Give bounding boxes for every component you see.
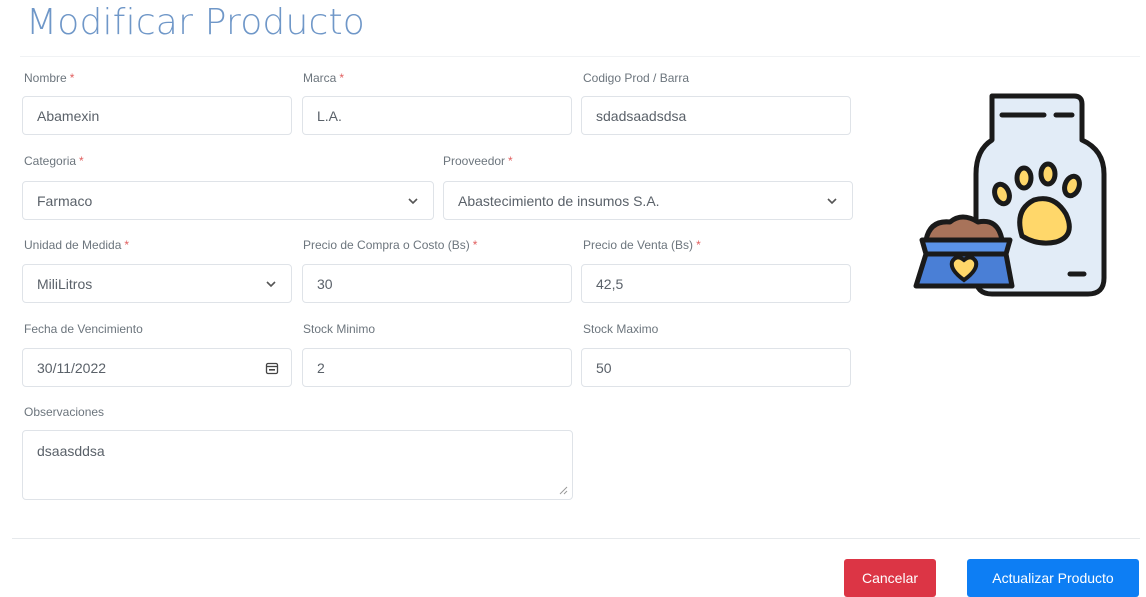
- nombre-input[interactable]: Abamexin: [22, 96, 292, 135]
- chevron-down-icon: [408, 197, 418, 204]
- categoria-select[interactable]: Farmaco: [22, 181, 434, 220]
- fecha-vencimiento-label: Fecha de Vencimiento: [24, 322, 143, 336]
- unidad-select[interactable]: MiliLitros: [22, 264, 292, 303]
- proveedor-label: Prooveedor *: [443, 154, 513, 168]
- marca-label: Marca *: [303, 71, 345, 85]
- pet-food-bag-icon: [913, 93, 1107, 297]
- marca-input[interactable]: L.A.: [302, 96, 572, 135]
- calendar-icon[interactable]: [265, 361, 279, 375]
- stock-minimo-input[interactable]: 2: [302, 348, 572, 387]
- precio-compra-input[interactable]: 30: [302, 264, 572, 303]
- title-divider: [20, 56, 1140, 57]
- chevron-down-icon: [266, 280, 276, 287]
- stock-maximo-input[interactable]: 50: [581, 348, 851, 387]
- update-product-button[interactable]: Actualizar Producto: [967, 559, 1139, 597]
- footer-divider: [12, 538, 1140, 539]
- stock-maximo-label: Stock Maximo: [583, 322, 659, 336]
- page-title: Modificar Producto: [26, 2, 366, 43]
- proveedor-select[interactable]: Abastecimiento de insumos S.A.: [443, 181, 853, 220]
- stock-minimo-label: Stock Minimo: [303, 322, 376, 336]
- observaciones-label: Observaciones: [24, 405, 105, 419]
- codigo-label: Codigo Prod / Barra: [583, 71, 690, 85]
- observaciones-textarea[interactable]: dsaasddsa: [22, 430, 573, 500]
- codigo-input[interactable]: sdadsaadsdsa: [581, 96, 851, 135]
- precio-venta-label: Precio de Venta (Bs) *: [583, 238, 701, 252]
- chevron-down-icon: [827, 197, 837, 204]
- resize-grip-icon[interactable]: [559, 486, 568, 495]
- precio-venta-input[interactable]: 42,5: [581, 264, 851, 303]
- fecha-vencimiento-input[interactable]: 30/11/2022: [22, 348, 292, 387]
- categoria-label: Categoria *: [24, 154, 84, 168]
- nombre-label: Nombre *: [24, 71, 75, 85]
- precio-compra-label: Precio de Compra o Costo (Bs) *: [303, 238, 478, 252]
- cancel-button[interactable]: Cancelar: [844, 559, 936, 597]
- unidad-label: Unidad de Medida *: [24, 238, 130, 252]
